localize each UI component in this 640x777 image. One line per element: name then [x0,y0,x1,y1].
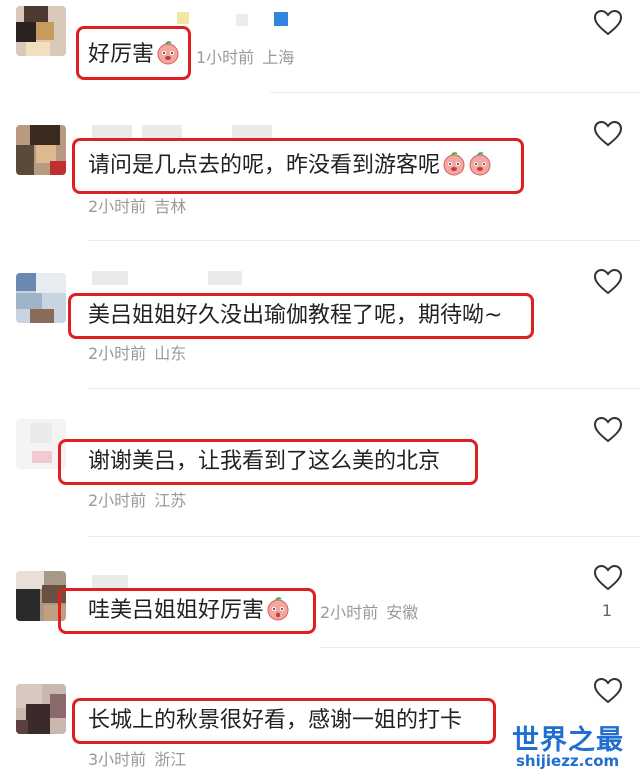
comment-time: 2小时前 [88,197,147,216]
heart-outline-icon [593,120,623,147]
comment-meta: 2小时前 吉林 [88,197,186,217]
comment-item[interactable]: 美吕姐姐好久没出瑜伽教程了呢，期待呦~ 2小时前 山东 [0,241,640,388]
comment-item[interactable]: 哇美吕姐姐好厉害 2小时前 安徽 1 [0,537,640,647]
like-button[interactable] [593,120,623,147]
blurred-pixel [177,12,189,24]
comment-text: 长城上的秋景很好看，感谢一姐的打卡 [88,708,463,733]
avatar[interactable] [16,273,66,323]
comment-time: 2小时前 [320,603,379,622]
comment-meta: 2小时前 山东 [88,344,186,364]
comment-location: 山东 [154,344,187,363]
watermark-url: shijiezz.com [516,752,620,770]
heart-outline-icon [593,416,623,443]
comment-text: 谢谢美吕，让我看到了这么美的北京 [88,449,441,474]
comment-text: 美吕姐姐好久没出瑜伽教程了呢，期待呦~ [88,303,503,328]
comment-location: 吉林 [154,197,187,216]
comment-location: 上海 [262,48,295,67]
like-button[interactable] [593,268,623,295]
comment-item[interactable]: 请问是几点去的呢，昨没看到游客呢 2小时前 吉林 [0,93,640,240]
comment-location: 江苏 [154,491,187,510]
peach-face-icon [266,597,290,621]
comment-time: 2小时前 [88,344,147,363]
comment-meta: 2小时前 安徽 [320,603,418,623]
comment-time: 1小时前 [196,48,255,67]
site-watermark: 世界之最 shijiezz.com [512,718,637,774]
comment-meta: 2小时前 江苏 [88,491,186,511]
comment-item[interactable]: 谢谢美吕，让我看到了这么美的北京 2小时前 江苏 [0,389,640,536]
comment-text: 哇美吕姐姐好厉害 [88,596,290,626]
heart-outline-icon [593,564,623,591]
comment-meta: 1小时前 上海 [196,48,294,68]
heart-outline-icon [593,9,623,36]
comment-text: 好厉害 [88,40,180,70]
avatar[interactable] [16,6,66,56]
like-button[interactable] [593,416,623,443]
like-count: 1 [601,601,613,620]
heart-outline-icon [593,677,623,704]
comment-item[interactable]: 好厉害 1小时前 上海 [0,0,640,92]
blurred-pixel [236,14,248,26]
like-button[interactable] [593,564,623,591]
peach-face-icon [442,152,466,176]
avatar[interactable] [16,125,66,175]
heart-outline-icon [593,268,623,295]
comment-location: 浙江 [154,750,187,769]
comment-text: 请问是几点去的呢，昨没看到游客呢 [88,151,492,181]
blurred-pixel [274,12,288,26]
avatar[interactable] [16,684,66,734]
comment-meta: 3小时前 浙江 [88,750,186,770]
comment-location: 安徽 [386,603,419,622]
comment-time: 2小时前 [88,491,147,510]
peach-face-icon [468,152,492,176]
comment-time: 3小时前 [88,750,147,769]
like-button[interactable] [593,677,623,704]
like-button[interactable] [593,9,623,36]
peach-face-icon [156,41,180,65]
